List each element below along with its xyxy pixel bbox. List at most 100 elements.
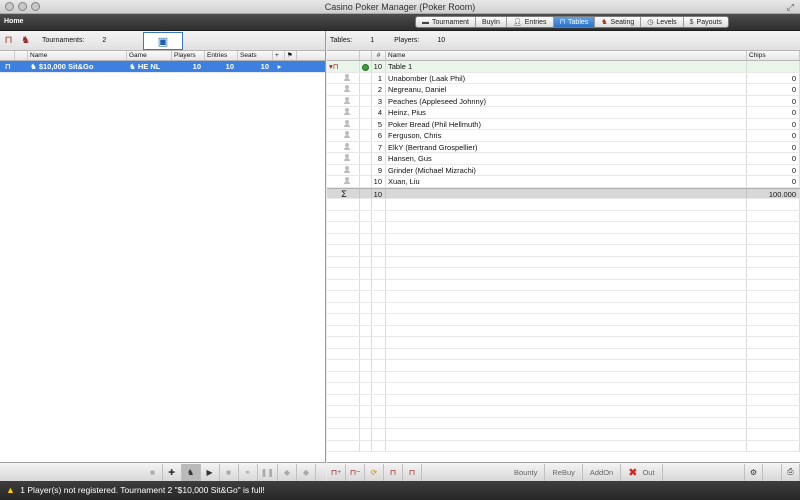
spacer — [360, 188, 372, 198]
table-row[interactable]: ⊓ ♞ $10,000 Sit&Go ♞ HE NL 10 10 10 ▸ — [0, 61, 325, 73]
close-window-button[interactable] — [5, 2, 14, 11]
link-icon[interactable]: ⚭ — [239, 463, 258, 481]
table-row[interactable]: 4 Heinz, Pius 0 — [327, 107, 800, 119]
table-row[interactable]: 6 Ferguson, Chris 0 — [327, 130, 800, 142]
settings-icon[interactable]: ⚙ — [744, 463, 763, 481]
table-row[interactable]: 1 Unabomber (Laak Phil) 0 — [327, 72, 800, 84]
empty-row — [327, 394, 800, 406]
player-name: Poker Bread (Phil Hellmuth) — [386, 118, 747, 129]
chair-icon[interactable]: ♞ — [17, 35, 34, 46]
player-icon-cell — [327, 141, 360, 152]
table-row[interactable]: 5 Poker Bread (Phil Hellmuth) 0 — [327, 118, 800, 130]
player-name: Unabomber (Laak Phil) — [386, 72, 747, 83]
display-monitor-button[interactable]: ▣ — [143, 32, 183, 50]
col-flag[interactable]: ⚑ — [285, 51, 297, 60]
tab-levels[interactable]: ◷ Levels — [641, 17, 684, 27]
table-row[interactable]: 3 Peaches (Appleseed Johnny) 0 — [327, 95, 800, 107]
table-name: Table 1 — [386, 61, 747, 72]
toolbar: Home ▬ Tournament BuyIn 👤︎ Entries ⊓ Tab… — [0, 14, 800, 31]
col-icon — [15, 51, 28, 60]
player-name: ElkY (Bertrand Grospellier) — [386, 141, 747, 152]
empty-row — [327, 314, 800, 326]
col-entries[interactable]: Entries — [205, 51, 238, 60]
empty-row — [327, 337, 800, 349]
x-icon: ✖ — [628, 466, 638, 479]
player-name: Heinz, Pius — [386, 107, 747, 118]
window-title: Casino Poker Manager (Poker Room) — [324, 2, 476, 12]
minimize-window-button[interactable] — [18, 2, 27, 11]
spacer — [285, 61, 297, 72]
clock-icon: ◷ — [647, 19, 654, 26]
pause-icon[interactable]: ❚❚ — [258, 463, 278, 481]
col-status — [360, 51, 372, 60]
add-icon[interactable]: ✚ — [163, 463, 182, 481]
col-number[interactable]: # — [372, 51, 386, 60]
table-number: 10 — [372, 61, 386, 72]
person-icon — [344, 142, 350, 150]
empty-row — [327, 233, 800, 245]
table-icon[interactable]: ⊓ — [0, 35, 17, 46]
print-icon[interactable]: ⎙ — [781, 463, 800, 481]
player-name: Hansen, Gus — [386, 153, 747, 164]
seat-number: 7 — [372, 141, 386, 152]
redraw-table-icon[interactable]: ⊓ — [403, 463, 422, 481]
tab-tables[interactable]: ⊓ Tables — [553, 17, 596, 27]
col-name[interactable]: Name — [386, 51, 747, 60]
tab-tournament[interactable]: ▬ Tournament — [416, 17, 476, 27]
table-row[interactable]: 10 Xuan, Liu 0 — [327, 176, 800, 188]
seat-number: 8 — [372, 153, 386, 164]
col-name[interactable]: Name — [28, 51, 127, 60]
person-icon — [344, 165, 350, 173]
tab-payouts[interactable]: $ Payouts — [684, 17, 728, 27]
status-bar: ▲ 1 Player(s) not registered. Tournament… — [0, 481, 800, 500]
tab-seating[interactable]: ♞ Seating — [595, 17, 642, 27]
remove-table-icon[interactable]: ⊓ − — [346, 463, 365, 481]
player-icon-cell — [327, 176, 360, 187]
play-icon[interactable]: ▶ — [201, 463, 220, 481]
table-row[interactable]: 9 Grinder (Michael Mizrachi) 0 — [327, 164, 800, 176]
bounty-button[interactable]: Bounty — [507, 463, 546, 481]
table-row[interactable]: 2 Negreanu, Daniel 0 — [327, 84, 800, 96]
tab-label: Tournament — [432, 18, 469, 26]
break-table-icon[interactable]: ⊓ — [384, 463, 403, 481]
spacer — [15, 61, 28, 72]
player-chips: 0 — [747, 72, 800, 83]
chair-icon: ♞ — [601, 19, 608, 26]
person-icon — [344, 73, 350, 81]
col-chips[interactable]: Chips — [747, 51, 800, 60]
arrow-icon[interactable]: ▸ — [273, 61, 285, 72]
col-add[interactable]: + — [273, 51, 285, 60]
table-row[interactable]: 8 Hansen, Gus 0 — [327, 153, 800, 165]
player-name: Negreanu, Daniel — [386, 84, 747, 95]
tournaments-label: Tournaments: — [42, 37, 85, 44]
col-seats[interactable]: Seats — [238, 51, 273, 60]
player-icon-cell — [327, 164, 360, 175]
stop-icon[interactable]: ■ — [144, 463, 163, 481]
rebuy-button[interactable]: ReBuy — [545, 463, 583, 481]
spacer — [360, 107, 372, 118]
person-icon — [344, 131, 350, 138]
zoom-window-button[interactable] — [31, 2, 40, 11]
col-players[interactable]: Players — [172, 51, 205, 60]
balance-tables-icon[interactable]: ⟳ — [365, 463, 384, 481]
home-tab[interactable]: Home — [4, 17, 23, 27]
stop-button-icon[interactable]: ■ — [220, 463, 239, 481]
table-row[interactable]: 7 ElkY (Bertrand Grospellier) 0 — [327, 141, 800, 153]
col-game[interactable]: Game — [127, 51, 172, 60]
tab-buyin[interactable]: BuyIn — [476, 17, 507, 27]
diamond-alt-icon[interactable]: ◆ — [297, 463, 316, 481]
seat-number: 6 — [372, 130, 386, 141]
table-group-row[interactable]: ▾⊓ 10 Table 1 — [327, 61, 800, 73]
empty-row — [327, 291, 800, 303]
add-table-icon[interactable]: ⊓ + — [327, 463, 346, 481]
tournaments-column-header: Name Game Players Entries Seats + ⚑ — [0, 51, 325, 61]
person-icon: 👤︎ — [512, 19, 522, 26]
tab-entries[interactable]: 👤︎ Entries — [507, 17, 554, 27]
out-button[interactable]: ✖ Out — [621, 463, 663, 481]
spacer — [360, 176, 372, 187]
empty-row — [327, 256, 800, 268]
chair-icon[interactable]: ♞ — [181, 463, 201, 481]
fullscreen-icon[interactable]: ⤢ — [787, 2, 794, 12]
diamond-icon[interactable]: ◆ — [278, 463, 297, 481]
addon-button[interactable]: AddOn — [583, 463, 622, 481]
